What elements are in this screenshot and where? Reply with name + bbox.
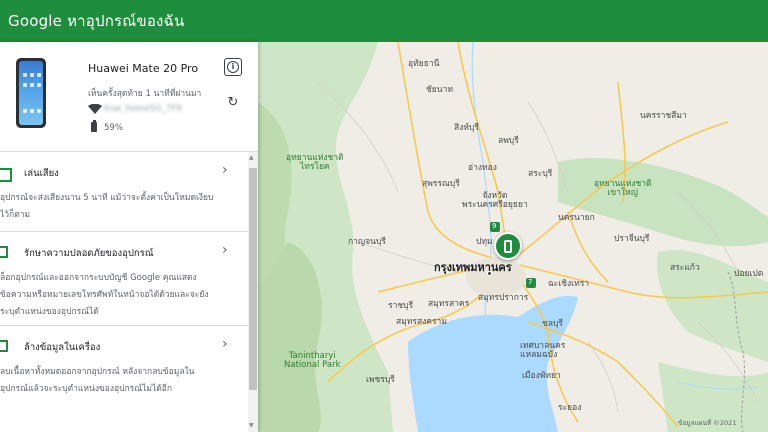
map-label-ratchaburi: ราชบุรี <box>388 301 414 311</box>
app-title: Google หาอุปกรณ์ของฉัน <box>8 12 185 30</box>
secure-device-description: ล็อกอุปกรณ์และออกจากระบบบัญชี Google คุณ… <box>0 273 209 317</box>
play-sound-description: อุปกรณ์จะส่งเสียงนาน 5 นาที แม้ว่าจะตั้ง… <box>0 193 214 220</box>
map-label-nakhonratchasima: นครราชสีมา <box>640 111 687 121</box>
map-label-pattaya: เมืองพัทยา <box>522 371 561 381</box>
info-icon: i <box>227 61 239 73</box>
map-label-chonburi: ชลบุรี <box>542 319 563 329</box>
map-label-poipet: ปอยเปต <box>734 269 764 279</box>
battery-level: 59% <box>104 123 123 133</box>
map-label-laemchabang: เทศบาลนคร แหลมฉบัง <box>520 341 566 360</box>
secure-device-title: รักษาความปลอดภัยของอุปกรณ์ <box>24 248 154 259</box>
device-name: Huawei Mate 20 Pro <box>88 62 199 75</box>
lock-device-icon <box>0 246 8 258</box>
device-image <box>16 58 46 128</box>
map-label-srisawat: อุทยานแห่งชาติ ไทรโยค <box>286 153 344 172</box>
map-label-uthaithani: อุทัยธานี <box>408 59 440 69</box>
erase-device-description: ลบเนื้อหาทั้งหมดออกจากอุปกรณ์ หลังจากลบข… <box>0 367 195 394</box>
erase-device-title: ล้างข้อมูลในเครื่อง <box>24 342 101 353</box>
device-panel: Huawei Mate 20 Pro เห็นครั้งสุดท้าย 1 นา… <box>0 42 258 432</box>
refresh-icon: ↻ <box>227 95 239 110</box>
secure-device-action[interactable]: รักษาความปลอดภัยของอุปกรณ์ › ล็อกอุปกรณ์… <box>0 232 248 326</box>
map-label-khaoyai: อุทยานแห่งชาติ เขาใหญ่ <box>594 179 652 198</box>
map-label-angthong: อ่างทอง <box>468 163 497 173</box>
map-label-phetchaburi: เพชรบุรี <box>366 375 395 385</box>
road-sign-icon: 7 <box>526 278 536 288</box>
play-sound-icon <box>0 168 12 182</box>
chevron-right-icon: › <box>222 242 228 258</box>
bangkok-dot-icon <box>487 271 492 276</box>
play-sound-title: เล่นเสียง <box>24 168 59 179</box>
map-label-saraburi: สระบุรี <box>528 169 553 179</box>
map-view[interactable]: อุทัยธานี ชัยนาท สิงห์บุรี นครราชสีมา ลพ… <box>258 42 768 432</box>
map-label-prachinburi: ปราจีนบุรี <box>614 234 650 244</box>
map-label-lopburi: ลพบุรี <box>498 136 519 146</box>
map-label-suphanburi: สุพรรณบุรี <box>422 179 460 189</box>
map-label-rayong: ระยอง <box>558 403 582 413</box>
phone-icon <box>504 239 512 253</box>
map-label-sakaeo: สระแก้ว <box>670 263 700 273</box>
map-label-singburi: สิงห์บุรี <box>454 123 479 133</box>
map-label-chainat: ชัยนาท <box>426 85 453 95</box>
map-label-samutprakan: สมุทรปราการ <box>478 293 529 303</box>
device-location-pin[interactable] <box>494 232 522 260</box>
play-sound-action[interactable]: เล่นเสียง › อุปกรณ์จะส่งเสียงนาน 5 นาที … <box>0 152 248 232</box>
erase-device-action[interactable]: ล้างข้อมูลในเครื่อง › ลบเนื้อหาทั้งหมดออ… <box>0 326 248 432</box>
map-label-chachoengsao: ฉะเชิงเทรา <box>548 279 590 289</box>
chevron-right-icon: › <box>222 162 228 178</box>
map-label-samutsongkhram: สมุทรสงคราม <box>396 317 447 327</box>
wifi-network-name: true_home5G_7F9 <box>104 104 182 114</box>
map-label-kanchanaburi: กาญจนบุรี <box>348 237 386 247</box>
scrollbar-thumb[interactable] <box>249 168 257 390</box>
map-label-bangkok: กรุงเทพมหานคร <box>434 261 512 274</box>
map-label-nakhonnayok: นครนายก <box>558 213 595 223</box>
refresh-button[interactable]: ↻ <box>226 96 240 110</box>
map-attribution: ข้อมูลแผนที่ ©2021 <box>678 419 737 427</box>
device-info-button[interactable]: i <box>224 58 242 76</box>
map-label-pathum: ปทุม <box>476 237 493 247</box>
map-label-ayutthaya: จังหวัด พระนครศรีอยุธยา <box>462 191 528 210</box>
battery-icon <box>91 120 97 132</box>
map-label-samutsakhon: สมุทรสาคร <box>428 299 470 309</box>
app-header: Google หาอุปกรณ์ของฉัน <box>0 0 768 42</box>
chevron-right-icon: › <box>222 336 228 352</box>
erase-device-icon <box>0 340 8 352</box>
wifi-icon <box>88 104 102 114</box>
scroll-down-icon[interactable]: ▼ <box>249 422 254 429</box>
last-seen-text: เห็นครั้งสุดท้าย 1 นาทีที่ผ่านมา <box>88 89 202 99</box>
scroll-up-icon[interactable]: ▲ <box>249 154 254 161</box>
road-sign-icon: 9 <box>490 222 500 232</box>
map-label-tanintharyi: Tanintharyi National Park <box>284 351 341 370</box>
device-card: Huawei Mate 20 Pro เห็นครั้งสุดท้าย 1 นา… <box>0 42 258 152</box>
